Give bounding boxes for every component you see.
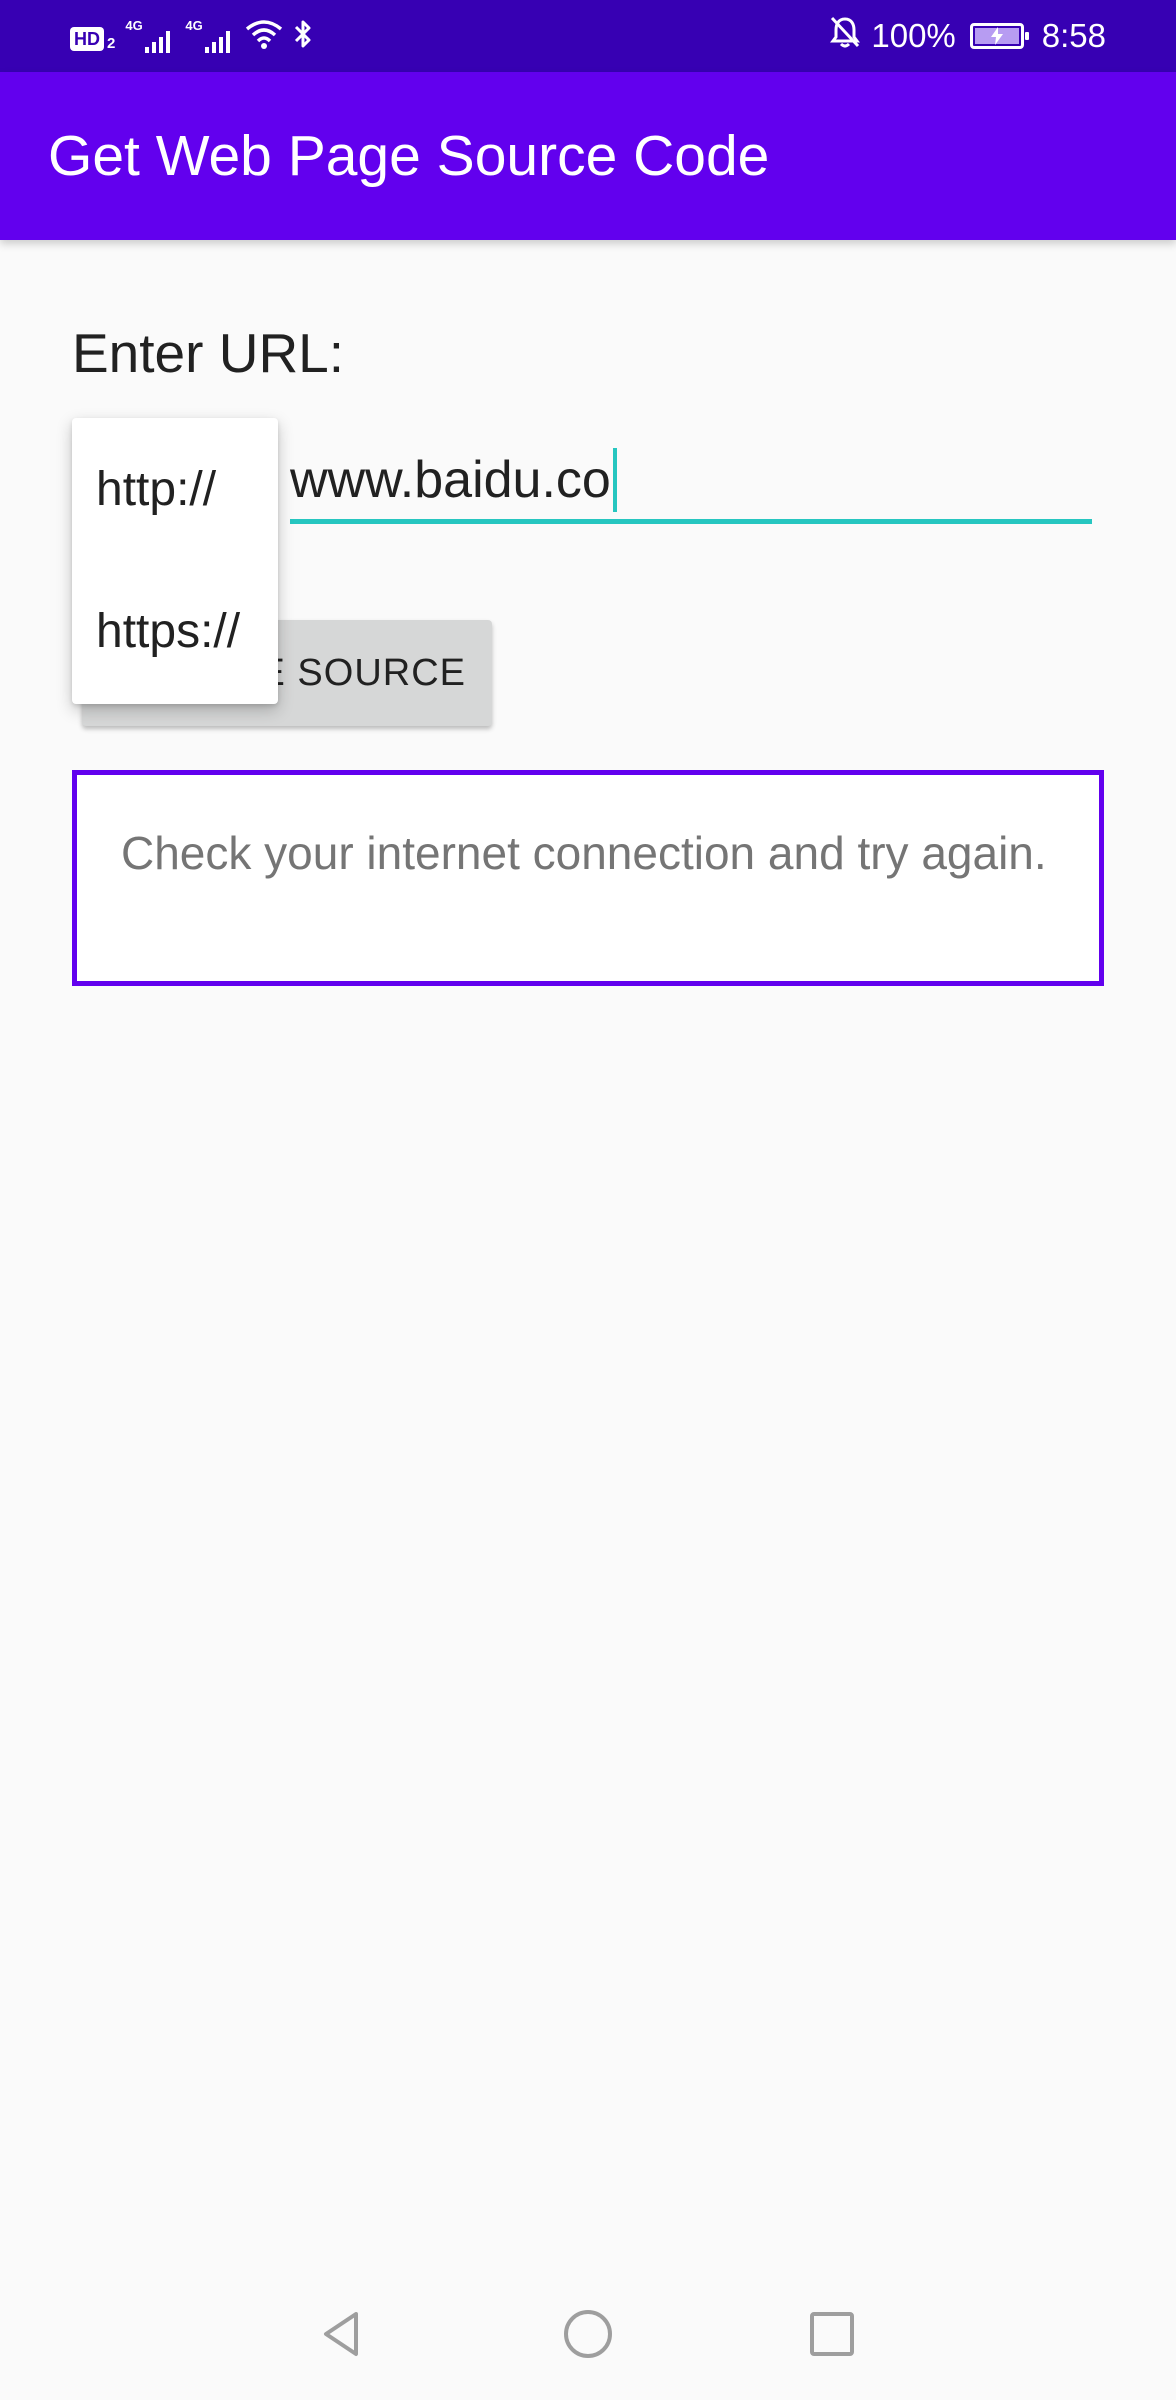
navigation-bar xyxy=(0,2268,1176,2400)
battery-charging-icon xyxy=(969,23,1029,49)
status-bar: HD 2 4G 4G 100% 8:58 xyxy=(0,0,1176,72)
status-bar-left: HD 2 4G 4G xyxy=(70,18,313,54)
hd-sub-label: 2 xyxy=(107,35,116,52)
result-box: Check your internet connection and try a… xyxy=(72,770,1104,986)
wifi-icon xyxy=(245,19,283,54)
dropdown-item-https[interactable]: https:// xyxy=(96,602,240,662)
hd-label: HD xyxy=(70,27,104,51)
back-icon xyxy=(324,2312,358,2356)
home-icon xyxy=(564,2310,612,2358)
network-type-label: 4G xyxy=(185,18,203,33)
clock-time: 8:58 xyxy=(1041,17,1106,54)
signal-icon: 4G xyxy=(185,19,235,53)
url-input-value: www.baidu.co xyxy=(290,451,611,509)
text-caret xyxy=(612,448,617,512)
recents-icon xyxy=(810,2312,854,2356)
battery-percent: 100% xyxy=(871,17,956,54)
recents-button[interactable] xyxy=(772,2268,892,2400)
bell-off-icon xyxy=(829,15,861,57)
url-label: Enter URL: xyxy=(72,322,345,384)
page-title: Get Web Page Source Code xyxy=(48,124,770,188)
back-button[interactable] xyxy=(282,2268,402,2400)
dropdown-item-http[interactable]: http:// xyxy=(96,460,216,520)
bluetooth-icon xyxy=(293,18,313,55)
protocol-dropdown: http:// https:// xyxy=(72,418,278,704)
home-button[interactable] xyxy=(528,2268,648,2400)
hd-voice-icon: HD 2 xyxy=(70,21,115,51)
url-input[interactable]: www.baidu.co xyxy=(290,444,1092,524)
signal-icon: 4G xyxy=(125,19,175,53)
app-bar: Get Web Page Source Code xyxy=(0,72,1176,240)
network-type-label: 4G xyxy=(125,18,143,33)
status-bar-right: 100% 8:58 xyxy=(829,14,1106,58)
result-message: Check your internet connection and try a… xyxy=(121,827,1047,879)
